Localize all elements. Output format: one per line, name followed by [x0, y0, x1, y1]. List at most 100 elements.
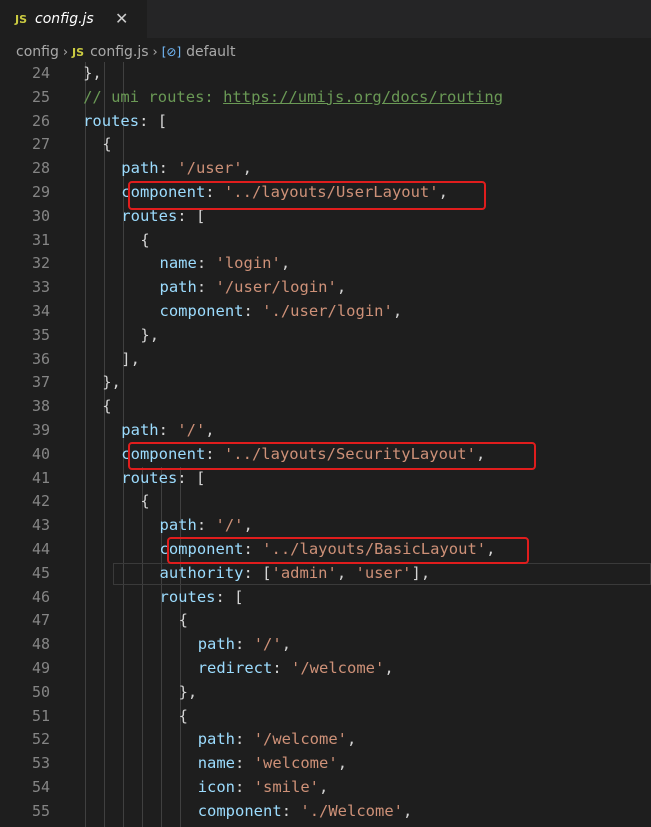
line-number: 30 — [31, 206, 50, 225]
code-token: redirect — [197, 659, 273, 677]
code-token: 'smile' — [253, 778, 320, 796]
tab-config-js[interactable]: JS config.js ✕ — [0, 0, 147, 38]
code-line[interactable]: 26 routes: [ — [0, 110, 651, 134]
line-number: 40 — [31, 444, 50, 463]
code-line[interactable]: 39 path: '/', — [0, 419, 651, 443]
code-token: routes — [121, 468, 178, 487]
code-token: name — [159, 254, 197, 273]
code-token: , — [280, 254, 291, 273]
code-line[interactable]: 35}, — [0, 324, 651, 348]
code-token: : [ — [139, 111, 168, 130]
breadcrumb-folder[interactable]: config — [16, 44, 59, 60]
code-token: : — [196, 278, 216, 297]
line-number: 44 — [31, 540, 50, 558]
code-line[interactable]: 47 { — [0, 609, 651, 633]
code-token: , — [337, 754, 348, 773]
code-line[interactable]: 41 routes: [ — [0, 467, 651, 491]
code-text: routes: [ — [121, 467, 205, 491]
code-line[interactable]: 31 { — [0, 229, 651, 253]
code-token: { — [102, 397, 112, 416]
code-text: component: './user/login', — [160, 300, 403, 324]
code-token: './user/login' — [262, 302, 393, 320]
code-text: }, — [83, 62, 102, 86]
line-number: 25 — [31, 87, 50, 106]
code-token: }, — [140, 325, 160, 344]
code-line[interactable]: 52 path: '/welcome', — [0, 728, 651, 752]
code-token: , — [392, 302, 403, 320]
breadcrumb-file[interactable]: config.js — [90, 44, 148, 60]
js-file-icon: JS — [72, 45, 85, 59]
code-token: '/welcome' — [253, 730, 348, 749]
chevron-right-icon: › — [152, 44, 158, 60]
code-token: : — [281, 801, 301, 820]
code-token: component — [159, 302, 244, 320]
js-file-icon: JS — [15, 12, 28, 26]
code-token: , — [336, 278, 347, 297]
code-token: : [ — [215, 587, 244, 606]
code-line[interactable]: 45 authority: ['admin', 'user'], — [0, 562, 651, 586]
code-token: '/' — [215, 516, 244, 535]
code-line[interactable]: 46 routes: [ — [0, 586, 651, 610]
line-number: 41 — [31, 468, 50, 487]
code-text: }, — [102, 371, 121, 395]
code-line[interactable]: 43 path: '/', — [0, 514, 651, 538]
code-token: '/' — [253, 635, 282, 654]
code-token: : — [235, 635, 254, 654]
code-text: { — [179, 609, 188, 633]
code-text: }, — [179, 681, 198, 705]
code-token: , — [336, 563, 356, 582]
code-line[interactable]: 51 { — [0, 705, 651, 729]
code-line[interactable]: 25 // umi routes: https://umijs.org/docs/… — [0, 86, 651, 110]
line-number: 55 — [31, 801, 50, 820]
code-line[interactable]: 33 path: '/user/login', — [0, 276, 651, 300]
code-line[interactable]: 50}, — [0, 681, 651, 705]
code-text: // umi routes: https://umijs.org/docs/ro… — [83, 86, 503, 110]
code-token: ], — [121, 349, 140, 368]
highlight-box-basiclayout — [167, 537, 529, 564]
code-token: : — [235, 754, 254, 773]
line-number: 45 — [31, 563, 50, 582]
code-line[interactable]: 32 name: 'login', — [0, 252, 651, 276]
code-token: path — [197, 730, 236, 749]
code-text: component: './Welcome', — [198, 800, 413, 824]
code-token: '/user' — [177, 159, 243, 178]
breadcrumb-symbol[interactable]: default — [186, 44, 235, 60]
code-token: 'login' — [215, 254, 281, 273]
code-token: : [ — [243, 563, 272, 582]
code-line[interactable]: 55 component: './Welcome', — [0, 800, 651, 824]
code-line[interactable]: 28 path: '/user', — [0, 157, 651, 181]
code-line[interactable]: 24}, — [0, 62, 651, 86]
code-line[interactable]: 38 { — [0, 395, 651, 419]
line-number: 28 — [31, 159, 50, 178]
code-token: '/welcome' — [291, 659, 385, 677]
code-line[interactable]: 42 { — [0, 490, 651, 514]
close-icon[interactable]: ✕ — [115, 9, 128, 28]
code-line[interactable]: 27 { — [0, 133, 651, 157]
code-line[interactable]: 48 path: '/', — [0, 633, 651, 657]
code-line[interactable]: 37}, — [0, 371, 651, 395]
code-token: : — [196, 254, 216, 273]
code-line[interactable]: 34 component: './user/login', — [0, 300, 651, 324]
code-text: icon: 'smile', — [198, 776, 329, 800]
code-line[interactable]: 54 icon: 'smile', — [0, 776, 651, 800]
code-line[interactable]: 49 redirect: '/welcome', — [0, 657, 651, 681]
code-token: { — [178, 706, 188, 725]
highlight-box-userlayout — [128, 181, 486, 210]
code-text: path: '/welcome', — [198, 728, 357, 752]
code-line[interactable]: 36], — [0, 348, 651, 372]
line-number: 50 — [31, 682, 50, 701]
code-line[interactable]: 53 name: 'welcome', — [0, 752, 651, 776]
line-number: 52 — [31, 730, 50, 749]
code-token: path — [121, 421, 159, 439]
code-text: path: '/', — [160, 514, 253, 538]
code-token: : — [235, 730, 254, 749]
line-number: 49 — [31, 659, 50, 677]
line-number: 32 — [31, 254, 50, 273]
chevron-right-icon: › — [62, 44, 69, 60]
line-number: 26 — [31, 111, 50, 130]
code-token: 'admin' — [271, 563, 337, 582]
line-number: 36 — [31, 349, 50, 368]
code-token: { — [178, 611, 188, 630]
code-token: , — [403, 801, 413, 820]
code-token: { — [140, 492, 150, 511]
